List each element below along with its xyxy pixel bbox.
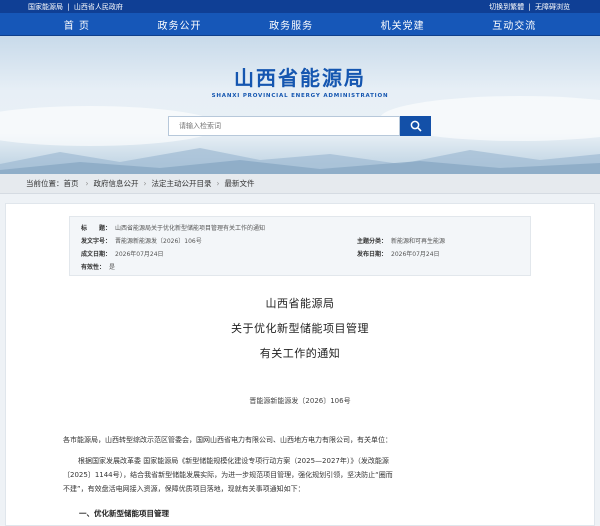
chevron-right-icon: › xyxy=(216,179,220,188)
nav-item-home[interactable]: 首 页 xyxy=(64,17,90,32)
logo-chinese: 山西省能源局 xyxy=(234,66,366,90)
chevron-right-icon: › xyxy=(85,179,89,188)
doc-recipients: 各市能源局，山西转型综改示范区管委会，国网山西省电力有限公司、山西地方电力有限公… xyxy=(63,436,392,444)
main-nav: 首 页 政务公开 政务服务 机关党建 互动交流 xyxy=(0,13,600,36)
chevron-right-icon: › xyxy=(143,179,147,188)
meta-docno: 发文字号： 晋能源新能源发〔2026〕106号 xyxy=(81,238,202,245)
separator: | xyxy=(67,2,70,11)
breadcrumb-gov-info[interactable]: 政府信息公开 xyxy=(94,178,139,189)
doc-body-line: 根据国家发展改革委 国家能源局《新型储能规模化建设专项行动方案（2025—202… xyxy=(78,457,389,465)
nav-item-gov-affairs[interactable]: 政务公开 xyxy=(158,17,202,32)
link-shanxi-gov[interactable]: 山西省人民政府 xyxy=(74,3,123,11)
nav-item-interaction[interactable]: 互动交流 xyxy=(492,17,536,32)
breadcrumb-catalog[interactable]: 法定主动公开目录 xyxy=(152,178,212,189)
search-button[interactable] xyxy=(400,116,431,136)
doc-body-line: 不建”，有效盘活电网接入资源，保障优质项目落地，现就有关事项通知如下： xyxy=(63,485,305,493)
doc-title-line1: 关于优化新型储能项目管理 xyxy=(231,322,369,335)
doc-title-line2: 有关工作的通知 xyxy=(259,347,341,360)
meta-subject: 主题分类： 新能源和可再生能源 xyxy=(357,238,446,245)
section-heading: 一、优化新型储能项目管理 xyxy=(79,509,169,518)
doc-org-title: 山西省能源局 xyxy=(265,297,335,310)
search-input[interactable] xyxy=(168,116,400,136)
search-icon xyxy=(410,120,422,132)
logo-english: SHANXI PROVINCIAL ENERGY ADMINISTRATION xyxy=(211,93,389,99)
link-national-energy-admin[interactable]: 国家能源局 xyxy=(28,3,63,11)
meta-publish-date: 发布日期： 2026年07月24日 xyxy=(357,251,440,258)
breadcrumb-home[interactable]: 首页 xyxy=(64,178,79,189)
article-content: 标 题： 山西省能源局关于优化新型储能项目管理有关工作的通知 发文字号： 晋能源新能… xyxy=(5,203,595,526)
document-meta-box: 标 题： 山西省能源局关于优化新型储能项目管理有关工作的通知 发文字号： 晋能源新能… xyxy=(69,216,531,276)
meta-date: 成文日期： 2026年07月24日 xyxy=(81,251,164,258)
nav-item-party[interactable]: 机关党建 xyxy=(381,17,425,32)
nav-item-services[interactable]: 政务服务 xyxy=(269,17,313,32)
site-logo[interactable]: 山西省能源局 SHANXI PROVINCIAL ENERGY ADMINIST… xyxy=(0,62,600,99)
mountain-silhouette xyxy=(0,148,600,174)
accessibility-link[interactable]: 无障碍浏览 xyxy=(535,3,570,11)
meta-validity: 有效性：是 xyxy=(81,264,116,271)
breadcrumb-prefix: 当前位置： xyxy=(26,179,64,188)
separator: | xyxy=(528,2,531,11)
meta-title: 标 题： 山西省能源局关于优化新型储能项目管理有关工作的通知 xyxy=(81,225,266,232)
traditional-chinese-link[interactable]: 切换到繁體 xyxy=(489,3,524,11)
top-links: 国家能源局 | 山西省人民政府 xyxy=(28,2,125,12)
search-bar xyxy=(168,116,431,136)
breadcrumb: 当前位置： 首页 › 政府信息公开 › 法定主动公开目录 › 最新文件 xyxy=(0,174,600,194)
breadcrumb-latest[interactable]: 最新文件 xyxy=(225,178,255,189)
top-right-links: 切换到繁體 | 无障碍浏览 xyxy=(489,2,572,12)
header-banner: 山西省能源局 SHANXI PROVINCIAL ENERGY ADMINIST… xyxy=(0,36,600,174)
doc-body-line: 〔2025〕1144号），结合我省新型储能发展实际，为进一步规范项目管理，强化规… xyxy=(63,471,393,479)
doc-number: 晋能源新能源发〔2026〕106号 xyxy=(249,397,351,405)
top-utility-bar: 国家能源局 | 山西省人民政府 切换到繁體 | 无障碍浏览 xyxy=(0,0,600,13)
